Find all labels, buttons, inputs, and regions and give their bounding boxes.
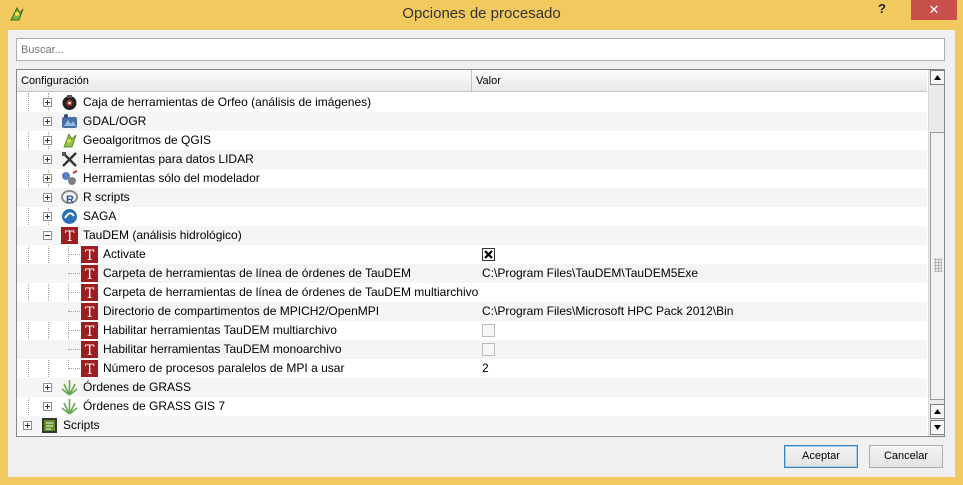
tree-item-label: Caja de herramientas de Orfeo (análisis … xyxy=(83,95,372,109)
scroll-grip-icon xyxy=(934,258,942,272)
svg-text:T: T xyxy=(85,286,95,301)
tree-item-grass7[interactable]: Órdenes de GRASS GIS 7 xyxy=(17,397,927,416)
tree-item-scripts[interactable]: Scripts xyxy=(17,416,927,435)
saga-icon xyxy=(62,209,77,224)
setting-value[interactable]: C:\Program Files\Microsoft HPC Pack 2012… xyxy=(482,304,733,318)
scripts-icon xyxy=(42,418,57,433)
ok-button[interactable]: Aceptar xyxy=(784,445,858,468)
tree-item-orfeo[interactable]: Caja de herramientas de Orfeo (análisis … xyxy=(17,93,927,112)
expand-toggle[interactable] xyxy=(43,136,52,145)
tree-item-lidar[interactable]: Herramientas para datos LIDAR xyxy=(17,150,927,169)
setting-enable-single[interactable]: T Habilitar herramientas TauDEM monoarch… xyxy=(17,340,927,359)
setting-mpich-dir[interactable]: T Directorio de compartimentos de MPICH2… xyxy=(17,302,927,321)
tree-item-label: Herramientas para datos LIDAR xyxy=(83,152,254,166)
scroll-thumb[interactable] xyxy=(930,132,944,400)
tree-item-taudem[interactable]: T TauDEM (análisis hidrológico) xyxy=(17,226,927,245)
grass-icon xyxy=(61,399,78,415)
taudem-icon: T xyxy=(81,341,98,358)
tree-item-label: Órdenes de GRASS GIS 7 xyxy=(83,399,226,413)
column-header-config[interactable]: Configuración xyxy=(17,70,472,92)
tree-item-label: SAGA xyxy=(83,209,117,223)
lidar-tools-icon xyxy=(62,152,77,167)
orfeo-toolbox-icon xyxy=(62,95,77,110)
expand-toggle[interactable] xyxy=(43,193,52,202)
close-button[interactable]: ✕ xyxy=(911,0,957,20)
svg-text:T: T xyxy=(85,305,95,320)
setting-value[interactable]: 2 xyxy=(482,361,489,375)
setting-value[interactable]: C:\Program Files\TauDEM\TauDEM5Exe xyxy=(482,266,698,280)
scroll-down-button[interactable] xyxy=(930,420,944,435)
tree-item-gdal[interactable]: GDAL/OGR xyxy=(17,112,927,131)
expand-toggle[interactable] xyxy=(43,174,52,183)
tree-item-label: R scripts xyxy=(83,190,130,204)
cancel-button[interactable]: Cancelar xyxy=(869,445,943,468)
setting-label: Número de procesos paralelos de MPI a us… xyxy=(103,361,345,375)
svg-text:T: T xyxy=(85,362,95,377)
setting-label: Activate xyxy=(103,247,146,261)
expand-toggle[interactable] xyxy=(43,117,52,126)
taudem-icon: T xyxy=(81,246,98,263)
taudem-icon: T xyxy=(61,227,78,244)
tree-item-saga[interactable]: SAGA xyxy=(17,207,927,226)
window-title: Opciones de procesado xyxy=(402,5,561,22)
svg-text:T: T xyxy=(85,248,95,263)
tree-item-label: Scripts xyxy=(63,418,100,432)
vertical-scrollbar[interactable] xyxy=(928,70,944,436)
expand-toggle[interactable] xyxy=(43,98,52,107)
tree-item-modeler[interactable]: Herramientas sólo del modelador xyxy=(17,169,927,188)
collapse-toggle[interactable] xyxy=(43,231,52,240)
setting-label: Directorio de compartimentos de MPICH2/O… xyxy=(103,304,380,318)
setting-label: Habilitar herramientas TauDEM multiarchi… xyxy=(103,323,337,337)
tree-item-label: GDAL/OGR xyxy=(83,114,147,128)
grass-icon xyxy=(61,380,78,396)
taudem-icon: T xyxy=(81,265,98,282)
setting-activate[interactable]: T Activate xyxy=(17,245,927,264)
tree-item-grass[interactable]: Órdenes de GRASS xyxy=(17,378,927,397)
setting-cmd-folder[interactable]: T Carpeta de herramientas de línea de ór… xyxy=(17,264,927,283)
settings-tree: Configuración Valor Caja de herramientas… xyxy=(16,69,945,437)
taudem-icon: T xyxy=(81,322,98,339)
tree-item-rscripts[interactable]: R R scripts xyxy=(17,188,927,207)
tree-item-label: Herramientas sólo del modelador xyxy=(83,171,260,185)
setting-multi-folder[interactable]: T Carpeta de herramientas de línea de ór… xyxy=(17,283,927,302)
activate-checkbox[interactable] xyxy=(482,248,495,261)
taudem-icon: T xyxy=(81,284,98,301)
scroll-up-button-2[interactable] xyxy=(930,404,944,419)
svg-text:T: T xyxy=(65,229,75,244)
svg-text:R: R xyxy=(66,194,74,206)
svg-text:T: T xyxy=(85,343,95,358)
tree-header: Configuración Valor xyxy=(17,70,927,92)
scroll-up-button[interactable] xyxy=(930,70,944,85)
tree-item-label: Órdenes de GRASS xyxy=(83,380,192,394)
enable-multi-checkbox[interactable] xyxy=(482,324,495,337)
tree-item-label: Geoalgoritmos de QGIS xyxy=(83,133,212,147)
column-header-value[interactable]: Valor xyxy=(472,70,927,92)
setting-label: Carpeta de herramientas de línea de órde… xyxy=(103,266,411,280)
enable-single-checkbox[interactable] xyxy=(482,343,495,356)
svg-text:T: T xyxy=(85,324,95,339)
setting-label: Carpeta de herramientas de línea de órde… xyxy=(103,285,479,299)
setting-enable-multi[interactable]: T Habilitar herramientas TauDEM multiarc… xyxy=(17,321,927,340)
expand-toggle[interactable] xyxy=(23,421,32,430)
svg-text:T: T xyxy=(85,267,95,282)
r-icon: R xyxy=(61,190,78,206)
taudem-icon: T xyxy=(81,360,98,377)
expand-toggle[interactable] xyxy=(43,383,52,392)
dialog-body: Configuración Valor Caja de herramientas… xyxy=(8,30,955,477)
title-bar: Opciones de procesado ? ✕ xyxy=(0,0,963,30)
expand-toggle[interactable] xyxy=(43,155,52,164)
expand-toggle[interactable] xyxy=(43,402,52,411)
qgis-icon xyxy=(63,133,77,148)
tree-rows: Caja de herramientas de Orfeo (análisis … xyxy=(17,93,927,436)
tree-item-qgis[interactable]: Geoalgoritmos de QGIS xyxy=(17,131,927,150)
help-button[interactable]: ? xyxy=(868,0,896,20)
expand-toggle[interactable] xyxy=(43,212,52,221)
setting-mpi-procs[interactable]: T Número de procesos paralelos de MPI a … xyxy=(17,359,927,378)
setting-label: Habilitar herramientas TauDEM monoarchiv… xyxy=(103,342,342,356)
search-input[interactable] xyxy=(16,38,945,61)
tree-item-label: TauDEM (análisis hidrológico) xyxy=(83,228,242,242)
gdal-icon xyxy=(62,114,77,128)
taudem-icon: T xyxy=(81,303,98,320)
modeler-icon xyxy=(62,170,78,185)
